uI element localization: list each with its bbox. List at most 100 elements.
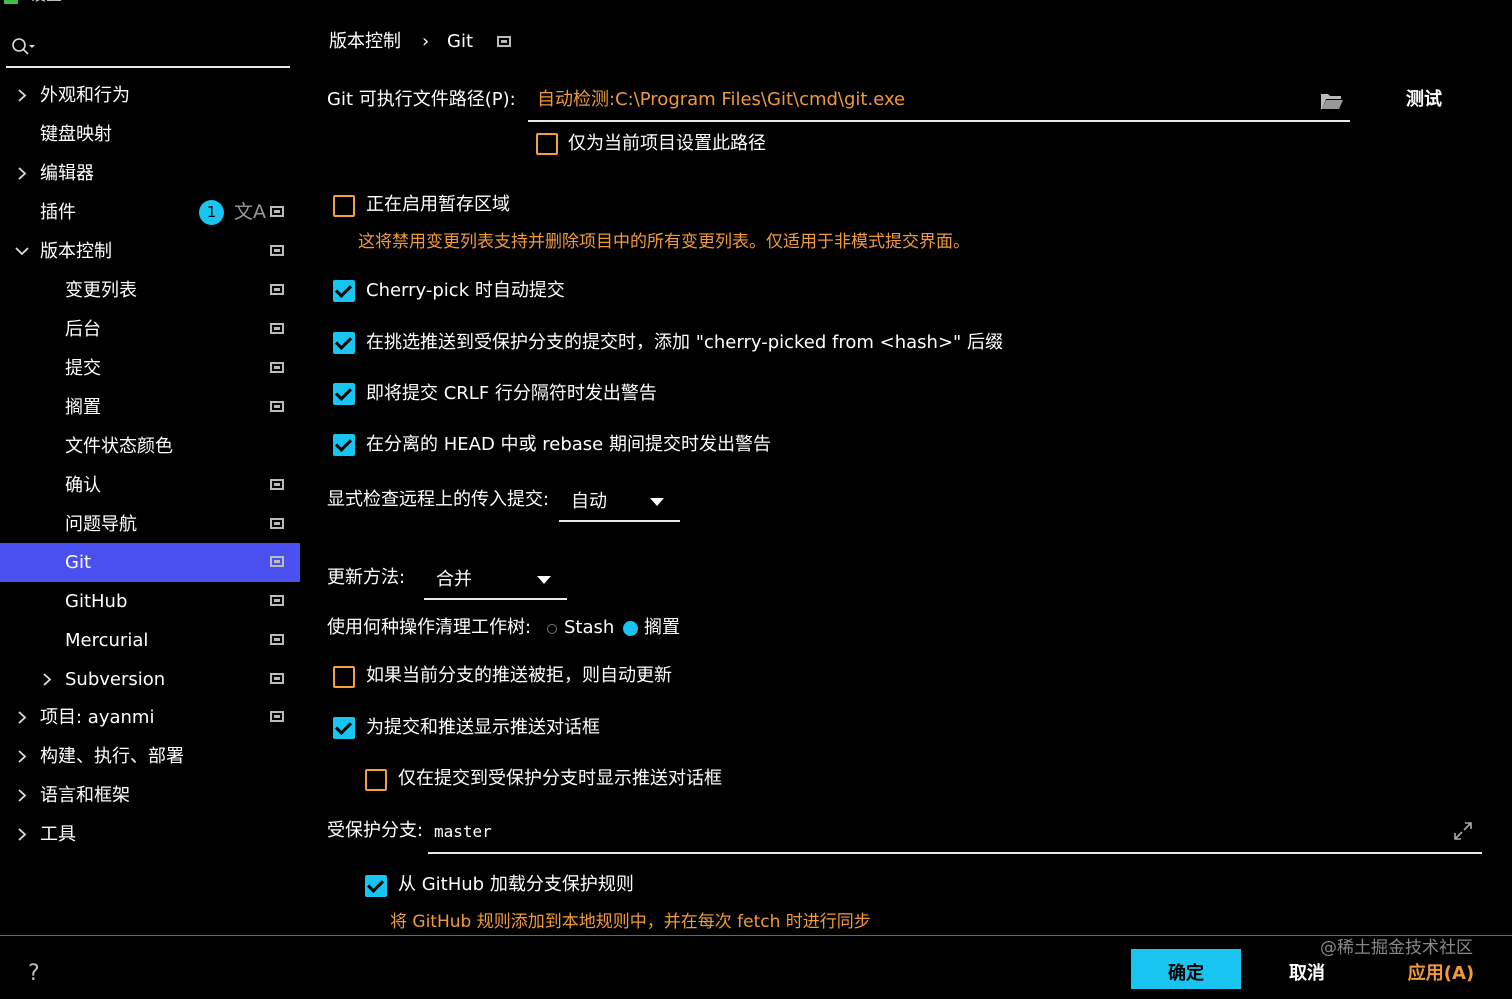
- sidebar-item-confirmation[interactable]: 确认: [0, 466, 300, 505]
- github-rules-checkbox[interactable]: [365, 875, 387, 897]
- test-button[interactable]: 测试: [1406, 86, 1442, 114]
- help-icon[interactable]: ?: [28, 960, 40, 988]
- chevron-right-icon: [18, 711, 27, 724]
- sidebar-item-changelists[interactable]: 变更列表: [0, 271, 300, 310]
- chevron-down-icon: [15, 247, 29, 256]
- protected-branches-field[interactable]: master: [428, 814, 1482, 854]
- window-titlebar: 设置: [0, 0, 80, 8]
- project-scope-icon: [270, 479, 284, 490]
- sidebar-item-keymap[interactable]: 键盘映射: [0, 115, 300, 154]
- project-scope-icon: [497, 36, 511, 47]
- github-rules-hint: 将 GitHub 规则添加到本地规则中，并在每次 fetch 时进行同步: [390, 912, 871, 932]
- sidebar-item-editor[interactable]: 编辑器: [0, 154, 300, 193]
- search-input[interactable]: [6, 28, 290, 68]
- apply-button[interactable]: 应用(A): [1396, 949, 1486, 989]
- project-scope-icon: [270, 362, 284, 373]
- ok-button[interactable]: 确定: [1131, 949, 1241, 989]
- cancel-button[interactable]: 取消: [1270, 949, 1344, 989]
- staging-area-checkbox[interactable]: [333, 195, 355, 217]
- expand-icon[interactable]: [1452, 820, 1474, 842]
- project-scope-icon: [270, 595, 284, 606]
- protected-only-dialog-checkbox[interactable]: [365, 769, 387, 791]
- sidebar-item-appearance[interactable]: 外观和行为: [0, 76, 300, 115]
- auto-update-checkbox[interactable]: [333, 666, 355, 688]
- project-scope-icon: [270, 206, 284, 217]
- sidebar-item-shelf[interactable]: 搁置: [0, 388, 300, 427]
- sidebar-item-label: GitHub: [65, 591, 128, 612]
- sidebar-item-tools[interactable]: 工具: [0, 815, 300, 854]
- sidebar-item-label: 工具: [40, 824, 76, 845]
- breadcrumb-current: Git: [447, 31, 474, 52]
- cherry-pick-suffix-checkbox[interactable]: [333, 332, 355, 354]
- git-path-field[interactable]: 自动检测:C:\Program Files\Git\cmd\git.exe: [528, 84, 1350, 122]
- chevron-right-icon: [18, 828, 27, 841]
- detached-head-checkbox[interactable]: [333, 434, 355, 456]
- shelve-label: 搁置: [644, 617, 680, 638]
- protected-only-dialog-label: 仅在提交到受保护分支时显示推送对话框: [398, 768, 722, 789]
- sidebar-item-mercurial[interactable]: Mercurial: [0, 621, 300, 660]
- update-method-value: 合并: [436, 569, 472, 590]
- project-only-checkbox[interactable]: [536, 133, 558, 155]
- folder-icon[interactable]: [1320, 92, 1344, 110]
- sidebar-item-label: Subversion: [65, 669, 166, 690]
- sidebar-item-background[interactable]: 后台: [0, 310, 300, 349]
- detached-head-label: 在分离的 HEAD 中或 rebase 期间提交时发出警告: [366, 434, 771, 455]
- sidebar-item-build[interactable]: 构建、执行、部署: [0, 737, 300, 776]
- crlf-warning-checkbox[interactable]: [333, 383, 355, 405]
- git-path-label: Git 可执行文件路径(P):: [327, 89, 516, 110]
- footer-divider: [0, 935, 1512, 936]
- sidebar-item-label: 语言和框架: [40, 785, 130, 806]
- sidebar-item-label: Mercurial: [65, 630, 149, 651]
- chevron-right-icon: [18, 750, 27, 763]
- update-method-label: 更新方法:: [327, 567, 406, 588]
- incoming-commits-label: 显式检查远程上的传入提交:: [327, 489, 550, 510]
- sidebar-item-plugins[interactable]: 插件 1 文A: [0, 193, 300, 232]
- update-method-dropdown[interactable]: 合并: [424, 562, 567, 600]
- cherry-pick-commit-checkbox[interactable]: [333, 280, 355, 302]
- shelve-radio[interactable]: [623, 621, 638, 636]
- sidebar-item-issue-navigation[interactable]: 问题导航: [0, 505, 300, 544]
- incoming-commits-value: 自动: [571, 491, 607, 512]
- project-scope-icon: [270, 245, 284, 256]
- breadcrumb-separator: ›: [422, 31, 430, 52]
- search-icon: [12, 38, 35, 55]
- sidebar-item-git[interactable]: Git: [0, 543, 300, 582]
- sidebar-item-label: 后台: [65, 319, 101, 340]
- project-scope-icon: [270, 711, 284, 722]
- sidebar-item-label: 搁置: [65, 397, 101, 418]
- sidebar-item-label: 外观和行为: [40, 85, 130, 106]
- sidebar-item-vcs[interactable]: 版本控制: [0, 232, 300, 271]
- project-scope-icon: [270, 323, 284, 334]
- sidebar-item-commit[interactable]: 提交: [0, 349, 300, 388]
- sidebar-item-label: 插件: [40, 202, 76, 223]
- sidebar-item-file-status-colors[interactable]: 文件状态颜色: [0, 427, 300, 466]
- window-title: 设置: [30, 0, 62, 4]
- stash-radio[interactable]: [547, 624, 557, 634]
- update-count-badge: 1: [199, 200, 224, 225]
- translate-icon: 文A: [234, 201, 266, 223]
- chevron-right-icon: [18, 789, 27, 802]
- breadcrumb-parent[interactable]: 版本控制: [329, 28, 401, 56]
- sidebar-item-label: 变更列表: [65, 280, 137, 301]
- sidebar-item-languages[interactable]: 语言和框架: [0, 776, 300, 815]
- sidebar-item-label: 文件状态颜色: [65, 436, 173, 457]
- protected-branches-value: master: [434, 822, 492, 841]
- sidebar-item-project[interactable]: 项目: ayanmi: [0, 698, 300, 737]
- chevron-right-icon: [18, 89, 27, 102]
- incoming-commits-dropdown[interactable]: 自动: [559, 484, 680, 522]
- show-push-dialog-checkbox[interactable]: [333, 717, 355, 739]
- sidebar-item-label: 版本控制: [40, 241, 112, 262]
- project-scope-icon: [270, 284, 284, 295]
- cherry-pick-commit-label: Cherry-pick 时自动提交: [366, 280, 565, 301]
- app-icon: [4, 0, 18, 4]
- cherry-pick-suffix-label: 在挑选推送到受保护分支的提交时，添加 "cherry-picked from <…: [366, 332, 1004, 353]
- project-scope-icon: [270, 634, 284, 645]
- show-push-dialog-label: 为提交和推送显示推送对话框: [366, 717, 600, 738]
- sidebar-item-subversion[interactable]: Subversion: [0, 660, 300, 699]
- sidebar-item-label: Git: [65, 552, 92, 573]
- sidebar-item-label: 构建、执行、部署: [40, 746, 184, 767]
- project-only-label: 仅为当前项目设置此路径: [568, 133, 766, 154]
- protected-branches-label: 受保护分支:: [327, 820, 424, 841]
- sidebar-item-github[interactable]: GitHub: [0, 582, 300, 621]
- sidebar-item-label: 问题导航: [65, 514, 137, 535]
